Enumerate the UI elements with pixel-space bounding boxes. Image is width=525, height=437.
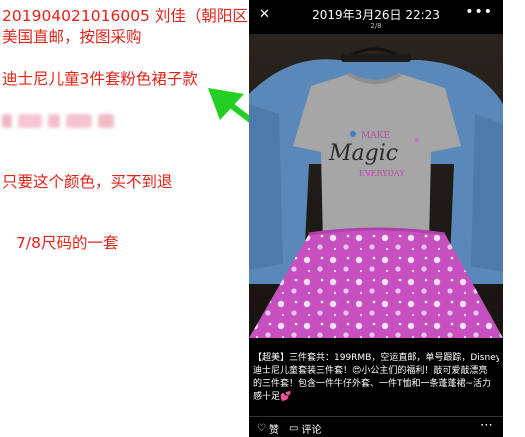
more-icon[interactable]: ••• [465, 4, 493, 20]
product-photo[interactable]: MAKE Magic EVERYDAY [249, 34, 503, 338]
shirt-text-top: MAKE [361, 131, 390, 141]
caption-line: 迪士尼儿童套装三件套！😍小公主们的福利！敲可爱敲漂亮 [253, 366, 488, 376]
caption-line: 的三件套！包含一件牛仔外套、一件T恤和一条蓬蓬裙~活力 [253, 379, 492, 389]
shipping-note: 美国直邮，按图采购 [2, 28, 142, 46]
order-line-note: 20190402101600​5 刘佳（朝阳区） [2, 7, 264, 25]
post-action-bar: ♡ 赞 ▭ 评论 ⋯ [249, 416, 503, 437]
like-label: 赞 [268, 425, 279, 436]
color-note: 只要这个颜色，买不到退 [2, 173, 173, 191]
comment-icon: ▭ [289, 423, 299, 434]
shirt-text-mid: Magic [328, 141, 398, 166]
options-icon[interactable]: ⋯ [480, 418, 493, 433]
caption-line: 感十足💕 [253, 392, 292, 402]
size-note: 7/8尺码的一套 [16, 234, 119, 252]
caption-line: 【超美】三件套共：199RMB，空运直邮，单号跟踪，Disney [253, 353, 499, 363]
redacted-phone-number [2, 114, 114, 128]
product-note: 迪士尼儿童3件套粉色裙子款 [2, 70, 198, 88]
comment-button[interactable]: ▭ 评论 [289, 421, 321, 436]
shirt-text-bottom: EVERYDAY [359, 169, 405, 178]
page-counter: 2/8 [370, 22, 382, 30]
comment-label: 评论 [301, 425, 322, 436]
heart-icon: ♡ [257, 423, 266, 434]
phone-screenshot: ✕ 2019年3月26日 22:23 2/8 ••• MAKE Magic EV… [249, 0, 503, 437]
post-caption: 【超美】三件套共：199RMB，空运直邮，单号跟踪，Disney 迪士尼儿童套装… [253, 352, 499, 404]
like-button[interactable]: ♡ 赞 [257, 421, 279, 436]
